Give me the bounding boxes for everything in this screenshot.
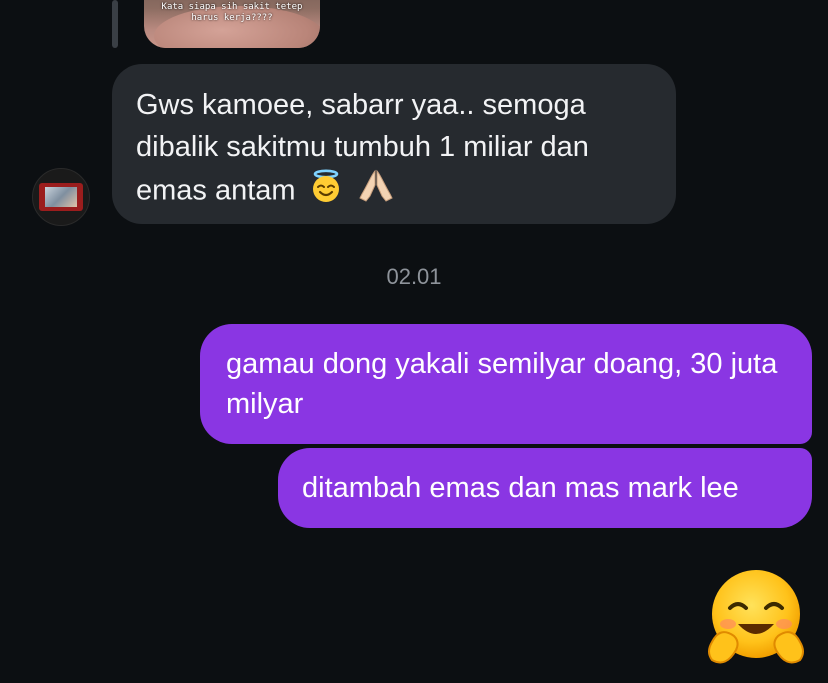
outgoing-message-bubble[interactable]: ditambah emas dan mas mark lee — [278, 448, 812, 528]
hugging-face-icon[interactable] — [704, 568, 808, 672]
incoming-message-bubble[interactable]: Gws kamoee, sabarr yaa.. semoga dibalik … — [112, 64, 676, 224]
story-reply-thumbnail[interactable]: Kata siapa sih sakit tetep harus kerja??… — [144, 0, 320, 48]
smiling-face-with-halo-icon — [308, 168, 344, 216]
reply-indicator-line — [112, 0, 118, 48]
outgoing-message-bubble[interactable]: gamau dong yakali semilyar doang, 30 jut… — [200, 324, 812, 444]
folded-hands-icon — [356, 168, 396, 216]
message-timestamp: 02.01 — [386, 264, 442, 289]
avatar-photo — [45, 187, 77, 207]
chat-screen: Kata siapa sih sakit tetep harus kerja??… — [0, 0, 828, 683]
outgoing-message-text: gamau dong yakali semilyar doang, 30 jut… — [226, 348, 778, 420]
story-caption: Kata siapa sih sakit tetep harus kerja??… — [161, 2, 303, 23]
outgoing-message-text: ditambah emas dan mas mark lee — [302, 472, 739, 504]
avatar[interactable] — [32, 168, 90, 226]
